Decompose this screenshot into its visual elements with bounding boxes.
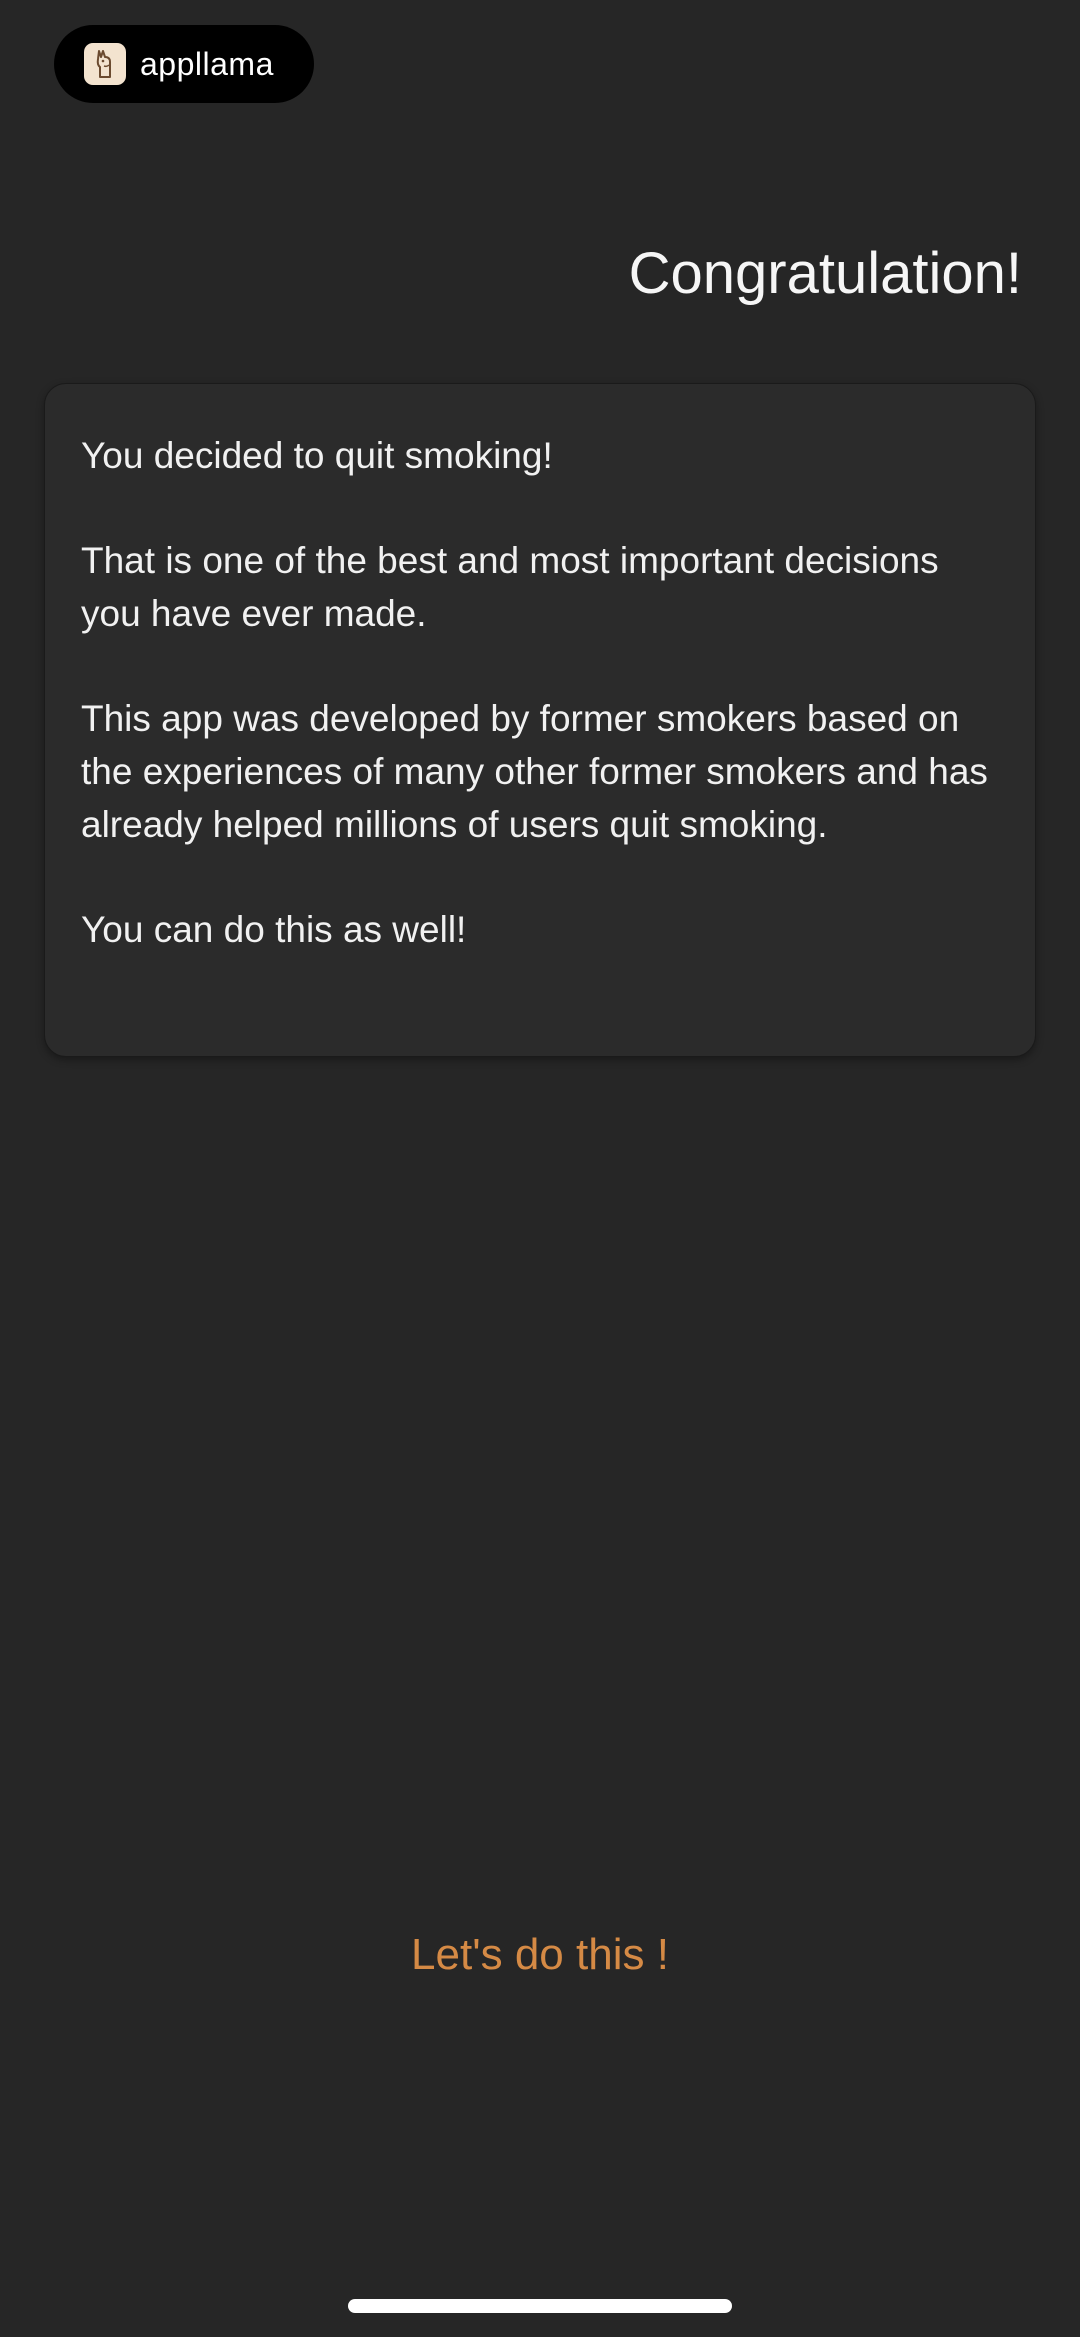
- message-paragraph: You can do this as well!: [81, 909, 467, 950]
- llama-icon: [84, 43, 126, 85]
- lets-do-this-button[interactable]: Let's do this !: [0, 1930, 1080, 1980]
- brand-name: appllama: [140, 45, 274, 82]
- message-paragraph: This app was developed by former smokers…: [81, 698, 988, 845]
- page-title: Congratulation!: [628, 241, 1022, 306]
- message-paragraph: That is one of the best and most importa…: [81, 540, 939, 634]
- brand-badge: appllama: [54, 25, 314, 103]
- message-paragraph: You decided to quit smoking!: [81, 435, 553, 476]
- home-indicator[interactable]: [348, 2299, 732, 2313]
- message-card: You decided to quit smoking! That is one…: [44, 383, 1036, 1057]
